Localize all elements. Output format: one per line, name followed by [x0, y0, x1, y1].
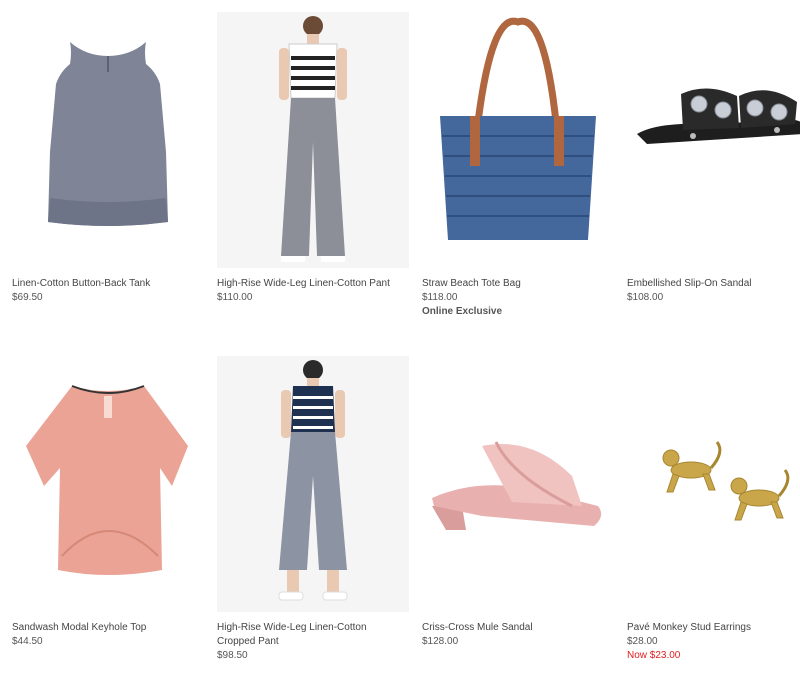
product-name[interactable]: Sandwash Modal Keyhole Top [12, 621, 202, 635]
product-name[interactable]: Criss-Cross Mule Sandal [422, 621, 612, 635]
product-price: $44.50 [12, 636, 43, 647]
cropped-pant-icon [217, 356, 409, 612]
product-image-linen-tank[interactable] [12, 12, 204, 268]
sale-price: Now $23.00 [627, 650, 681, 661]
tank-top-icon [12, 12, 204, 268]
product-price: $69.50 [12, 292, 43, 303]
product-name[interactable]: Embellished Slip-On Sandal [627, 277, 800, 291]
wide-leg-pant-icon [217, 12, 409, 268]
product-image-mule-sandal[interactable] [422, 356, 614, 612]
product-info: Embellished Slip-On Sandal $108.00 [627, 277, 800, 305]
product-image-cropped-pant[interactable] [217, 356, 409, 612]
tote-bag-icon [422, 12, 614, 268]
product-name[interactable]: Pavé Monkey Stud Earrings [627, 621, 800, 635]
product-name[interactable]: Straw Beach Tote Bag [422, 277, 612, 291]
product-info: Linen-Cotton Button-Back Tank $69.50 [12, 277, 202, 305]
product-name[interactable]: High-Rise Wide-Leg Linen-Cotton Pant [217, 277, 407, 291]
product-price: $28.00 [627, 636, 658, 647]
sandal-icon [627, 12, 800, 268]
product-price: $110.00 [217, 292, 253, 303]
blouse-icon [12, 356, 204, 612]
product-image-tote-bag[interactable] [422, 12, 614, 268]
product-image-wide-leg-pant[interactable] [217, 12, 409, 268]
product-name[interactable]: High-Rise Wide-Leg Linen-Cotton Cropped … [217, 621, 407, 649]
product-info: Straw Beach Tote Bag $118.00 Online Excl… [422, 277, 612, 319]
product-info: High-Rise Wide-Leg Linen-Cotton Cropped … [217, 621, 407, 663]
mule-sandal-icon [422, 356, 614, 612]
product-name[interactable]: Linen-Cotton Button-Back Tank [12, 277, 202, 291]
product-price: $108.00 [627, 292, 664, 303]
product-info: Pavé Monkey Stud Earrings $28.00 Now $23… [627, 621, 800, 663]
product-image-keyhole-top[interactable] [12, 356, 204, 612]
product-image-monkey-earrings[interactable] [627, 356, 800, 612]
product-price: $98.50 [217, 650, 248, 661]
product-info: Sandwash Modal Keyhole Top $44.50 [12, 621, 202, 649]
online-exclusive-badge: Online Exclusive [422, 306, 503, 317]
product-price: $128.00 [422, 636, 459, 647]
monkey-earring-icon [627, 356, 800, 612]
product-info: High-Rise Wide-Leg Linen-Cotton Pant $11… [217, 277, 407, 305]
product-image-slip-on-sandal[interactable] [627, 12, 800, 268]
product-price: $118.00 [422, 292, 458, 303]
product-info: Criss-Cross Mule Sandal $128.00 [422, 621, 612, 649]
